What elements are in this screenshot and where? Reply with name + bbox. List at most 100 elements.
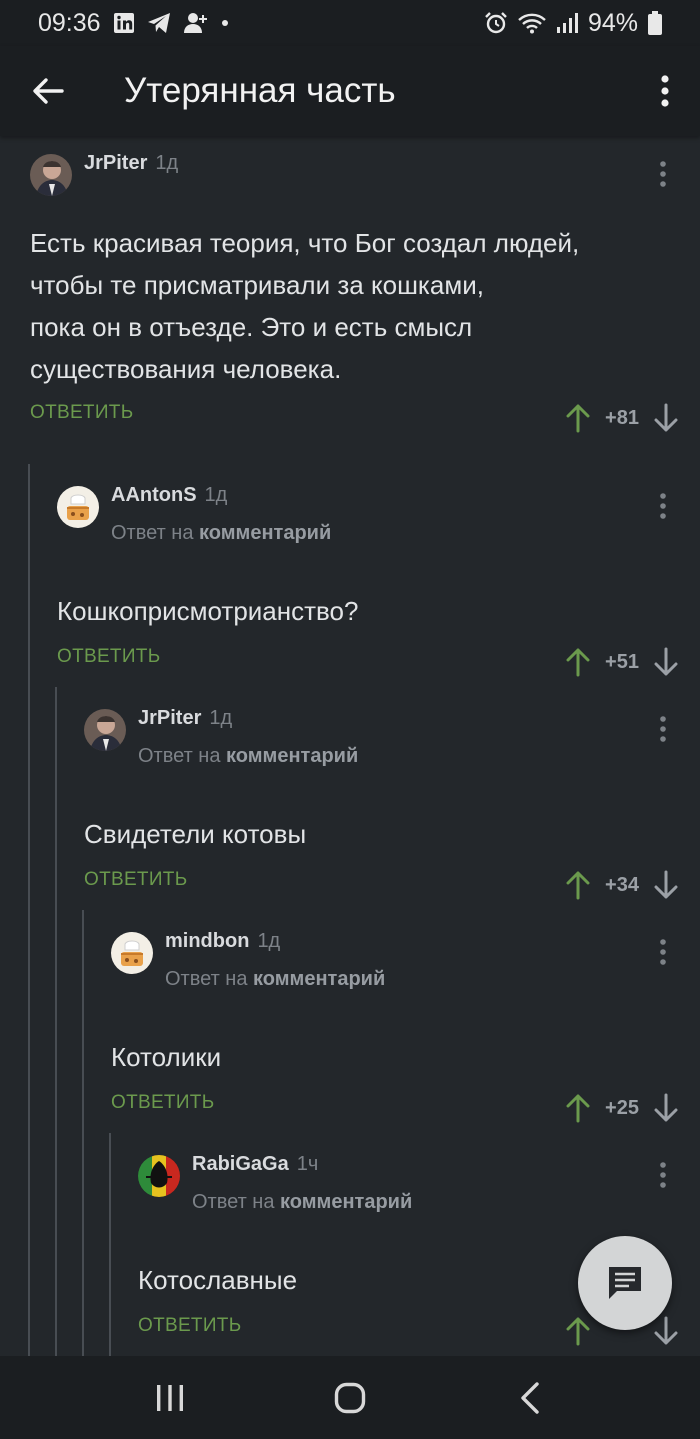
vote-controls: +51 [566, 638, 678, 686]
home-icon [334, 1382, 366, 1413]
avatar[interactable] [84, 709, 126, 751]
reply-button[interactable]: ОТВЕТИТЬ [84, 869, 187, 891]
reply-target-link[interactable]: комментарий [199, 522, 331, 544]
signal-icon [556, 12, 578, 34]
avatar[interactable] [30, 154, 72, 196]
system-nav-bar [0, 1356, 700, 1439]
reply-button[interactable]: ОТВЕТИТЬ [30, 402, 133, 424]
comment-menu-button[interactable] [648, 486, 678, 526]
comment-text: Свидетели котовы [84, 813, 700, 855]
thread-line [28, 464, 30, 1356]
app-bar: Утерянная часть [0, 46, 700, 136]
comment: JrPiter 1д Есть красивая теория, что Бог … [30, 148, 700, 442]
comment-text-line: чтобы те присматривали за кошками, [30, 270, 484, 300]
comment-time: 1д [257, 930, 281, 952]
back-nav-button[interactable] [490, 1368, 570, 1428]
comment-time: 1д [204, 484, 228, 506]
vote-controls: +81 [566, 394, 678, 442]
home-button[interactable] [310, 1368, 390, 1428]
upvote-arrow-icon[interactable] [566, 403, 590, 433]
comment: AAntonS 1д Ответ на комментарий Кошкоприс… [57, 480, 700, 686]
comment-text-line: существования человека. [30, 354, 342, 384]
overflow-menu-button[interactable] [630, 46, 700, 136]
back-icon [521, 1381, 539, 1414]
reply-target-link[interactable]: комментарий [280, 1191, 412, 1213]
vote-controls: +25 [566, 1084, 678, 1132]
comment-menu-button[interactable] [648, 932, 678, 972]
dot-icon [221, 19, 229, 27]
write-comment-fab[interactable] [578, 1236, 672, 1330]
comment-text-line: Свидетели котовы [84, 819, 307, 849]
comment-text-line: Кошкоприсмотрианство? [57, 596, 359, 626]
downvote-arrow-icon[interactable] [654, 870, 678, 900]
downvote-arrow-icon[interactable] [654, 647, 678, 677]
comment-menu-button[interactable] [648, 154, 678, 194]
battery-icon [648, 11, 662, 35]
comment: mindbon 1д Ответ на комментарий Котолики … [111, 926, 700, 1132]
comment-menu-button[interactable] [648, 709, 678, 749]
rating-score: +81 [605, 406, 639, 429]
comment-time: 1ч [296, 1153, 319, 1175]
downvote-arrow-icon[interactable] [654, 1316, 678, 1346]
comment-text: Есть красивая теория, что Бог создал люд… [30, 222, 700, 390]
comment-author[interactable]: JrPiter 1д [84, 152, 178, 175]
reply-button[interactable]: ОТВЕТИТЬ [57, 646, 160, 668]
avatar[interactable] [57, 486, 99, 528]
reply-to-line: Ответ на комментарий [111, 522, 332, 544]
reply-button[interactable]: ОТВЕТИТЬ [111, 1092, 214, 1114]
thread-line [55, 687, 57, 1356]
avatar[interactable] [138, 1155, 180, 1197]
linkedin-icon [113, 12, 135, 34]
page-title: Утерянная часть [124, 71, 396, 110]
more-vert-icon [660, 161, 666, 187]
rating-score: +25 [605, 1096, 639, 1119]
comment-time: 1д [155, 152, 179, 174]
comment-author[interactable]: mindbon 1д [165, 930, 280, 953]
comment-author[interactable]: AAntonS 1д [111, 484, 227, 507]
upvote-arrow-icon[interactable] [566, 870, 590, 900]
comment-text-line: пока он в отъезде. Это и есть смысл [30, 312, 473, 342]
thread-line [109, 1133, 111, 1356]
recents-button[interactable] [130, 1368, 210, 1428]
more-vert-icon [660, 1162, 666, 1188]
add-user-icon [183, 12, 209, 34]
more-vert-icon [660, 716, 666, 742]
comment: JrPiter 1д Ответ на комментарий Свидетели… [84, 703, 700, 909]
telegram-icon [147, 12, 171, 34]
reply-to-line: Ответ на комментарий [165, 968, 386, 990]
comment-time: 1д [209, 707, 233, 729]
wifi-icon [518, 12, 546, 34]
more-vert-icon [660, 493, 666, 519]
comments-thread[interactable]: JrPiter 1д Есть красивая теория, что Бог … [0, 136, 700, 1356]
clock: 09:36 [38, 8, 101, 37]
upvote-arrow-icon[interactable] [566, 1093, 590, 1123]
comment-text-line: Котолики [111, 1042, 222, 1072]
vote-controls: +34 [566, 861, 678, 909]
comment-text: Кошкоприсмотрианство? [57, 590, 700, 632]
downvote-arrow-icon[interactable] [654, 1093, 678, 1123]
comment-text: Котолики [111, 1036, 700, 1078]
downvote-arrow-icon[interactable] [654, 403, 678, 433]
reply-to-line: Ответ на комментарий [138, 745, 359, 767]
comment-author[interactable]: RabiGaGa 1ч [192, 1153, 318, 1176]
comment-icon [609, 1267, 641, 1299]
battery-percent: 94% [587, 8, 638, 37]
reply-target-link[interactable]: комментарий [226, 745, 358, 767]
upvote-arrow-icon[interactable] [566, 1316, 590, 1346]
recents-icon [157, 1384, 183, 1411]
thread-line [82, 910, 84, 1356]
more-vert-icon [660, 939, 666, 965]
rating-score: +34 [605, 873, 639, 896]
reply-target-link[interactable]: комментарий [253, 968, 385, 990]
upvote-arrow-icon[interactable] [566, 647, 590, 677]
back-button[interactable] [0, 46, 96, 136]
comment-menu-button[interactable] [648, 1155, 678, 1195]
comment-author[interactable]: JrPiter 1д [138, 707, 232, 730]
status-bar: 09:36 94% [0, 0, 700, 46]
reply-button[interactable]: ОТВЕТИТЬ [138, 1315, 241, 1337]
more-vert-icon [661, 75, 669, 107]
avatar[interactable] [111, 932, 153, 974]
comment-text-line: Есть красивая теория, что Бог создал люд… [30, 228, 580, 258]
arrow-left-icon [33, 78, 64, 104]
rating-score: +51 [605, 650, 639, 673]
